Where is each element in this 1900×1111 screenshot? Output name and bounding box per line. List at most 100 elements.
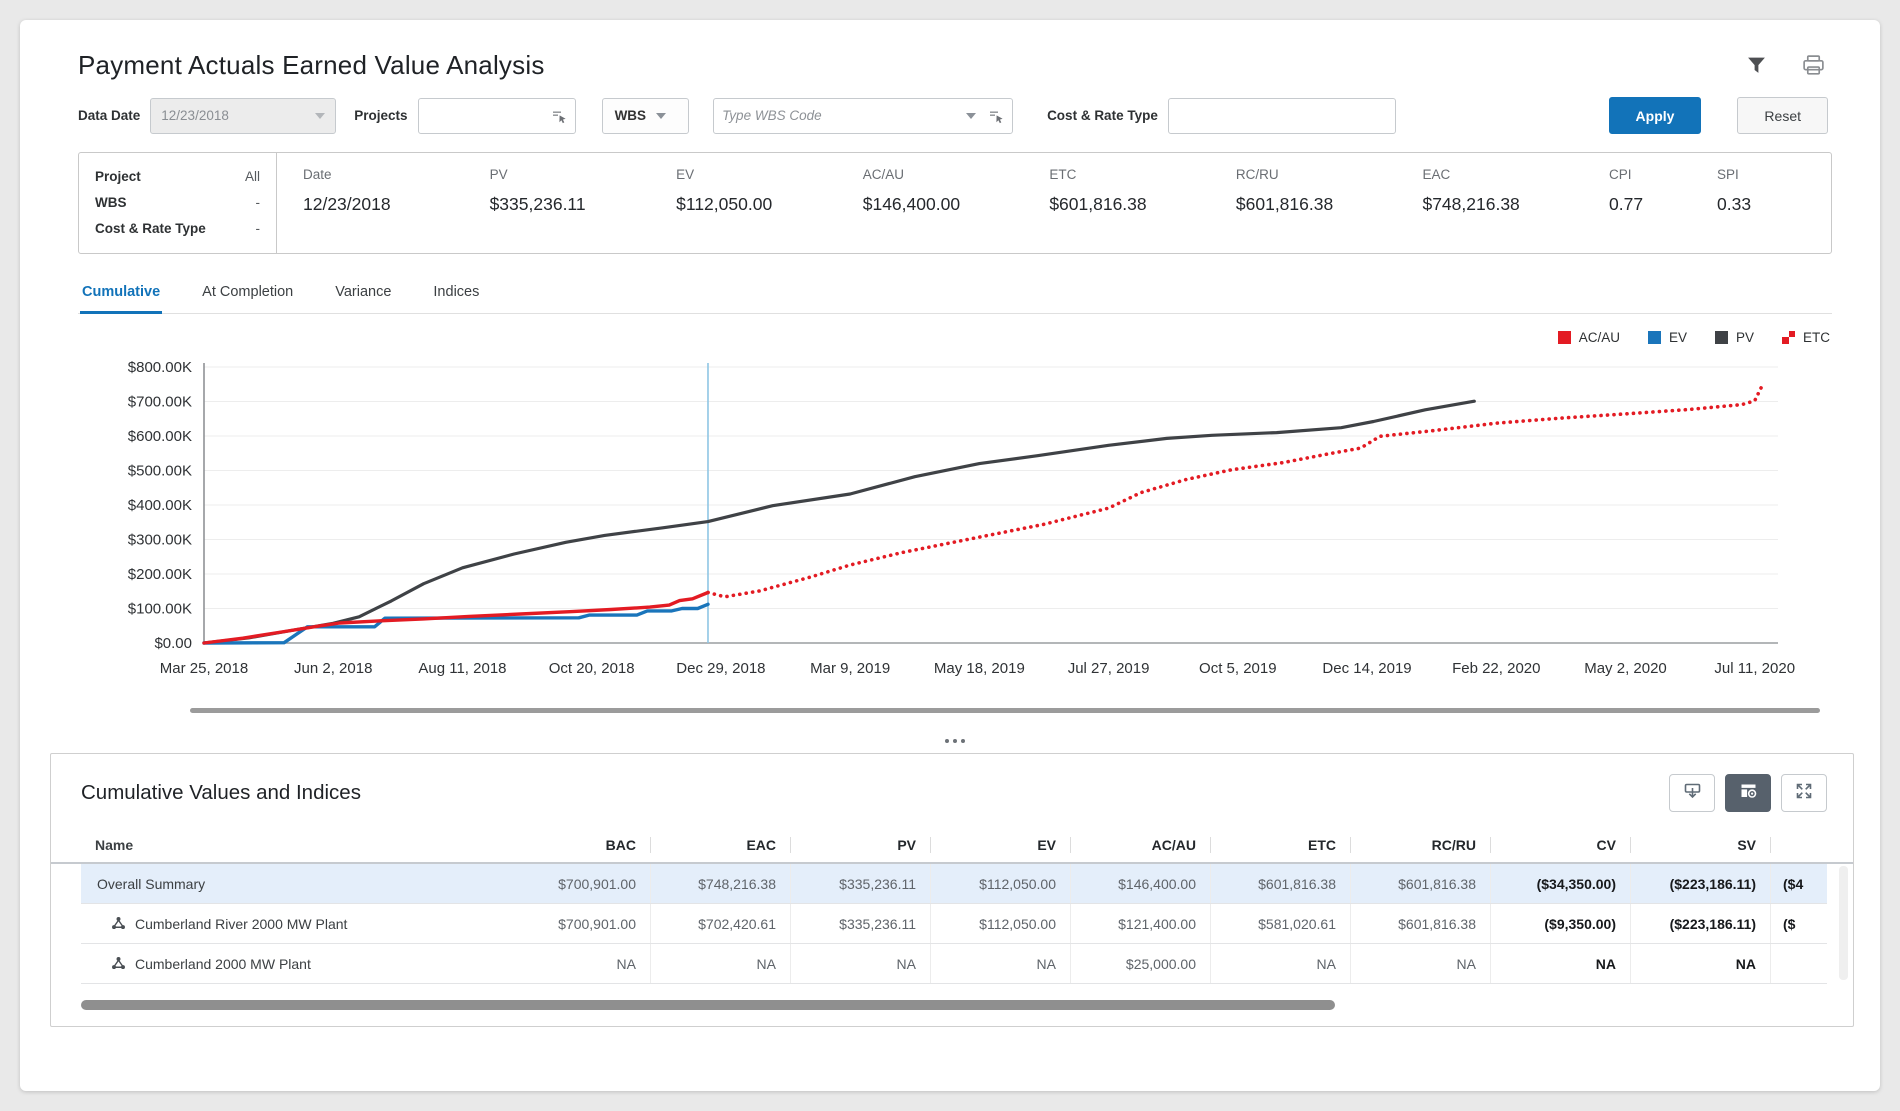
metric-value: $146,400.00 [863, 194, 1050, 215]
table-cell: ($4 [1771, 864, 1827, 903]
row-name-cell: Overall Summary [81, 864, 511, 903]
summary-metrics: Date12/23/2018PV$335,236.11EV$112,050.00… [277, 153, 1831, 253]
chart-horizontal-scrollbar[interactable] [190, 708, 1820, 713]
column-header-sv[interactable]: SV [1631, 837, 1771, 853]
legend-item-ev[interactable]: EV [1648, 330, 1687, 345]
chevron-down-icon [315, 113, 325, 119]
chart-area: $0.00$100.00K$200.00K$300.00K$400.00K$50… [78, 349, 1832, 713]
data-date-select[interactable]: 12/23/2018 [150, 98, 336, 134]
printer-icon[interactable] [1801, 54, 1826, 77]
column-header-bac[interactable]: BAC [511, 837, 651, 853]
ev-chart[interactable]: $0.00$100.00K$200.00K$300.00K$400.00K$50… [78, 349, 1832, 701]
cost-rate-type-input[interactable] [1169, 99, 1395, 133]
table-row[interactable]: Overall Summary$700,901.00$748,216.38$33… [81, 864, 1827, 904]
reset-button[interactable]: Reset [1737, 97, 1828, 134]
metric-label: Date [303, 167, 490, 182]
metric-value: $748,216.38 [1422, 194, 1609, 215]
table-cell: ($ [1771, 904, 1827, 943]
expand-button[interactable] [1781, 774, 1827, 812]
row-name: Overall Summary [97, 876, 205, 892]
table-horizontal-scrollbar[interactable] [81, 1000, 1335, 1010]
legend-label: PV [1736, 330, 1754, 345]
table-cell: $601,816.38 [1351, 864, 1491, 903]
metric-value: 12/23/2018 [303, 194, 490, 215]
table-body: Overall Summary $700,901.00$748,216.38$33… [51, 864, 1853, 984]
scope-label: WBS [95, 193, 127, 213]
metric-label: EV [676, 167, 863, 182]
tab-variance[interactable]: Variance [333, 278, 393, 314]
filter-bar: Data Date 12/23/2018 Projects WBS Cost &… [78, 97, 1832, 134]
wbs-dropdown-button[interactable]: WBS [602, 98, 690, 134]
chevron-down-icon[interactable] [966, 113, 976, 119]
y-axis-tick-label: $700.00K [128, 394, 192, 411]
panel-splitter-handle[interactable] [78, 739, 1832, 743]
table-settings-button[interactable] [1725, 774, 1771, 812]
series-ac-au [204, 593, 708, 644]
series-pv [204, 401, 1474, 643]
row-name-cell: Cumberland River 2000 MW Plant [81, 904, 511, 943]
tab-indices[interactable]: Indices [431, 278, 481, 314]
column-header-pv[interactable]: PV [791, 837, 931, 853]
table-row[interactable]: Cumberland 2000 MW PlantNANANANA$25,000.… [81, 944, 1827, 984]
metric-value: $601,816.38 [1049, 194, 1236, 215]
column-header-cv[interactable]: CV [1491, 837, 1631, 853]
page-background: Payment Actuals Earned Value Analysis Da… [0, 0, 1900, 1111]
y-axis-tick-label: $500.00K [128, 463, 192, 480]
legend-label: EV [1669, 330, 1687, 345]
filter-funnel-icon[interactable] [1746, 55, 1767, 76]
table-vertical-scrollbar[interactable] [1839, 866, 1848, 980]
table-cell: NA [1211, 944, 1351, 983]
legend-item-ac-au[interactable]: AC/AU [1558, 330, 1620, 345]
legend-label: ETC [1803, 330, 1830, 345]
tab-at-completion[interactable]: At Completion [200, 278, 295, 314]
metric-value: 0.33 [1717, 194, 1825, 215]
summary-scope-row: WBS- [95, 193, 260, 213]
summary-scope: ProjectAllWBS-Cost & Rate Type- [79, 153, 277, 253]
column-header-ev[interactable]: EV [931, 837, 1071, 853]
table-cell: NA [931, 944, 1071, 983]
cost-rate-type-label: Cost & Rate Type [1047, 108, 1158, 123]
legend-item-etc[interactable]: ETC [1782, 330, 1830, 345]
ellipsis-drag-handle-icon [961, 739, 965, 743]
picker-icon[interactable] [551, 108, 567, 124]
projects-input[interactable] [419, 99, 549, 133]
table-cell: $335,236.11 [791, 864, 931, 903]
column-header-rc-ru[interactable]: RC/RU [1351, 837, 1491, 853]
table-cell: $112,050.00 [931, 904, 1071, 943]
metric-value: 0.77 [1609, 194, 1717, 215]
tab-cumulative[interactable]: Cumulative [80, 278, 162, 314]
apply-button[interactable]: Apply [1609, 97, 1702, 134]
title-row: Payment Actuals Earned Value Analysis [78, 46, 1832, 81]
table-cell: ($9,350.00) [1491, 904, 1631, 943]
table-cell: $702,420.61 [651, 904, 791, 943]
legend-marker-icon [1648, 331, 1661, 344]
wbs-code-input[interactable] [714, 99, 962, 133]
legend-item-pv[interactable]: PV [1715, 330, 1754, 345]
table-cell: ($223,186.11) [1631, 864, 1771, 903]
project-node-icon [111, 956, 126, 971]
table-cell: NA [1631, 944, 1771, 983]
summary-metric-ev: EV $112,050.00 [676, 167, 863, 241]
metric-label: PV [490, 167, 677, 182]
download-button[interactable] [1669, 774, 1715, 812]
table-row[interactable]: Cumberland River 2000 MW Plant$700,901.0… [81, 904, 1827, 944]
table-cell: NA [651, 944, 791, 983]
table-cell: NA [1351, 944, 1491, 983]
table-cell: $700,901.00 [511, 904, 651, 943]
metric-label: SPI [1717, 167, 1825, 182]
summary-metric-date: Date 12/23/2018 [303, 167, 490, 241]
row-name: Cumberland 2000 MW Plant [135, 956, 311, 972]
summary-panel: ProjectAllWBS-Cost & Rate Type- Date 12/2… [78, 152, 1832, 254]
column-header-name[interactable]: Name [81, 837, 511, 853]
table-cell: $748,216.38 [651, 864, 791, 903]
column-header-ac-au[interactable]: AC/AU [1071, 837, 1211, 853]
y-axis-tick-label: $100.00K [128, 601, 192, 618]
metric-label: EAC [1422, 167, 1609, 182]
table-cell: $146,400.00 [1071, 864, 1211, 903]
project-node-icon [111, 916, 126, 931]
app-card: Payment Actuals Earned Value Analysis Da… [20, 20, 1880, 1091]
column-header-eac[interactable]: EAC [651, 837, 791, 853]
metric-value: $112,050.00 [676, 194, 863, 215]
column-header-etc[interactable]: ETC [1211, 837, 1351, 853]
picker-icon[interactable] [988, 108, 1004, 124]
